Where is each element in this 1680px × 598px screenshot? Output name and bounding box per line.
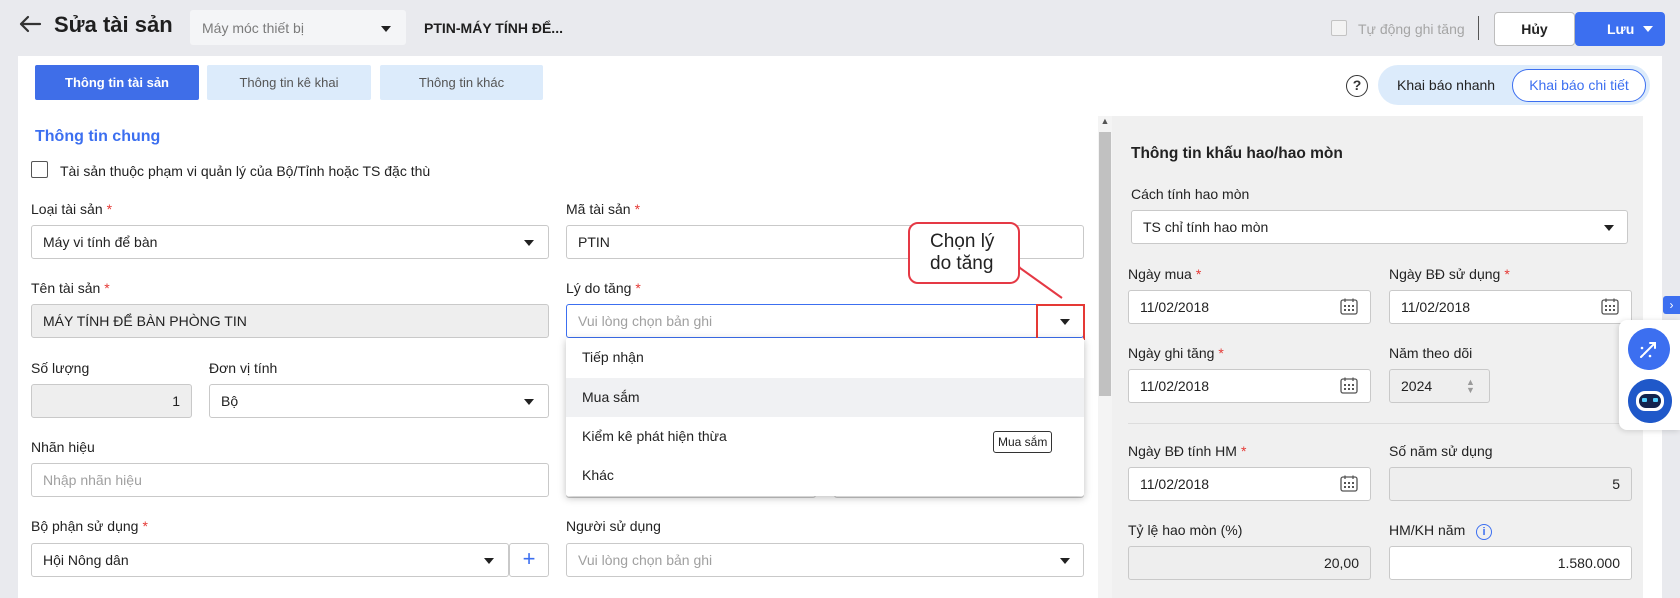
unit-select[interactable]: Bộ [209,384,549,418]
auto-increase-checkbox[interactable] [1331,20,1347,36]
dep-start-date-label: Ngày BĐ tính HM * [1128,443,1247,459]
quantity-input[interactable]: 1 [31,384,192,418]
dep-method-value: TS chỉ tính hao mòn [1143,219,1269,235]
chevron-down-icon [484,558,494,564]
robot-icon[interactable] [1628,379,1672,423]
rocket-icon[interactable] [1628,328,1670,370]
increase-reason-dropdown: Tiếp nhận Mua sắm Kiểm kê phát hiện thừa… [566,338,1084,496]
tracking-year-value: 2024 [1401,378,1433,394]
header-divider [1478,16,1479,40]
callout-note: Chọn lý do tăng [908,222,1020,284]
chevron-down-icon [1643,26,1653,32]
section-title: Thông tin chung [35,128,161,145]
tab-other-info[interactable]: Thông tin khác [380,65,543,100]
user-select[interactable]: Vui lòng chọn bản ghi [566,543,1084,577]
add-department-button[interactable]: + [509,543,549,577]
calendar-icon[interactable] [1340,377,1358,394]
increase-date-input[interactable]: 11/02/2018 [1128,369,1371,403]
scroll-up-icon[interactable]: ▲ [1099,116,1111,128]
asset-type-label: Loại tài sản * [31,201,113,217]
brand-input[interactable]: Nhập nhãn hiệu [31,463,549,497]
purchase-date-label: Ngày mua * [1128,266,1202,282]
dep-per-year-input[interactable]: 1.580.000 [1389,546,1632,580]
scroll-thumb[interactable] [1099,132,1111,396]
dep-per-year-label: HM/KH năm [1389,522,1466,538]
depreciation-title: Thông tin khấu hao/hao mòn [1131,145,1343,162]
special-asset-label: Tài sản thuộc phạm vi quản lý của Bộ/Tỉn… [60,163,431,179]
calendar-icon[interactable] [1340,475,1358,492]
department-value: Hội Nông dân [43,552,129,568]
years-of-use-label: Số năm sử dụng [1389,443,1493,459]
dep-method-label: Cách tính hao mòn [1131,186,1250,202]
user-label: Người sử dụng [566,518,661,534]
asset-name-input[interactable]: MÁY TÍNH ĐỂ BÀN PHÒNG TIN [31,304,549,338]
calendar-icon[interactable] [1340,298,1358,315]
user-placeholder: Vui lòng chọn bản ghi [578,552,713,568]
asset-code-label: Mã tài sản * [566,201,641,217]
increase-reason-label: Lý do tăng * [566,280,641,296]
department-label: Bộ phận sử dụng * [31,518,148,534]
use-start-date-label: Ngày BĐ sử dụng * [1389,266,1510,282]
option-other[interactable]: Khác [566,456,1084,495]
callout-line1: Chọn lý [930,231,995,252]
dep-start-date-value: 11/02/2018 [1140,476,1210,492]
save-button[interactable]: Lưu [1575,12,1665,46]
asset-name-label: Tên tài sản * [31,280,110,296]
dep-rate-input[interactable]: 20,00 [1128,546,1371,580]
use-start-date-input[interactable]: 11/02/2018 [1389,290,1632,324]
back-arrow-icon[interactable] [16,12,44,36]
callout-line2: do tăng [930,253,994,274]
use-start-date-value: 11/02/2018 [1401,299,1471,315]
save-label: Lưu [1607,21,1635,37]
chevron-down-icon [524,240,534,246]
increase-date-value: 11/02/2018 [1140,378,1210,394]
increase-reason-select[interactable]: Vui lòng chọn bản ghi [566,304,1084,338]
page-title: Sửa tài sản [54,12,173,37]
chevron-down-icon [524,399,534,405]
section-divider [1128,423,1634,424]
help-icon[interactable]: ? [1346,75,1368,97]
mode-quick-button[interactable]: Khai báo nhanh [1397,77,1495,93]
option-receive[interactable]: Tiếp nhận [566,338,1084,377]
increase-date-label: Ngày ghi tăng * [1128,345,1224,361]
asset-group-value: Máy móc thiết bị [202,20,304,36]
dep-rate-label: Tỷ lệ hao mòn (%) [1128,522,1243,538]
mode-detail-button[interactable]: Khai báo chi tiết [1512,69,1646,102]
info-icon[interactable]: i [1476,524,1492,540]
asset-code-heading: PTIN-MÁY TÍNH ĐỂ... [424,20,563,36]
dep-start-date-input[interactable]: 11/02/2018 [1128,467,1371,501]
purchase-date-input[interactable]: 11/02/2018 [1128,290,1371,324]
department-select[interactable]: Hội Nông dân [31,543,509,577]
tracking-year-label: Năm theo dõi [1389,345,1473,361]
asset-group-select[interactable]: Máy móc thiết bị [190,10,406,45]
unit-label: Đơn vị tính [209,360,278,376]
dep-method-select[interactable]: TS chỉ tính hao mòn [1131,210,1628,244]
cancel-button[interactable]: Hủy [1494,12,1575,46]
option-tooltip: Mua sắm [993,431,1053,453]
tab-declaration-info[interactable]: Thông tin kê khai [207,65,371,100]
tab-asset-info[interactable]: Thông tin tài sản [35,65,199,100]
asset-type-value: Máy vi tính để bàn [43,234,158,250]
asset-type-select[interactable]: Máy vi tính để bàn [31,225,549,259]
chevron-down-icon [1604,225,1614,231]
increase-reason-placeholder: Vui lòng chọn bản ghi [578,313,713,329]
option-purchase[interactable]: Mua sắm [566,378,1084,417]
spinner-icon[interactable]: ▲ ▼ [1466,378,1475,395]
expand-panel-icon[interactable]: › [1663,296,1680,314]
calendar-icon[interactable] [1601,298,1619,315]
unit-value: Bộ [221,393,239,409]
brand-label: Nhãn hiệu [31,439,95,455]
chevron-down-icon [1060,558,1070,564]
purchase-date-value: 11/02/2018 [1140,299,1210,315]
dropdown-toggle-highlight [1036,304,1085,340]
auto-increase-label: Tự động ghi tăng [1358,21,1465,37]
special-asset-checkbox[interactable] [31,161,48,178]
chevron-down-icon [381,26,391,32]
quantity-label: Số lượng [31,360,90,376]
years-of-use-input[interactable]: 5 [1389,467,1632,501]
